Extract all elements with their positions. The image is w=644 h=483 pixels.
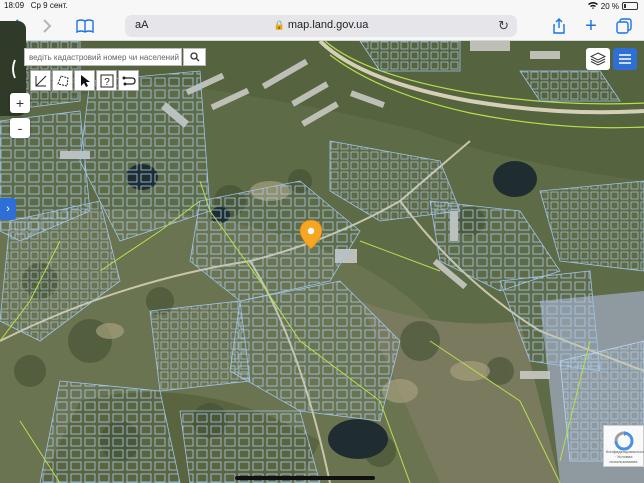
hamburger-icon: [619, 54, 631, 64]
status-bar: 18:09 Ср 9 сент. 20 %: [0, 0, 644, 12]
map-canvas[interactable]: [0, 41, 644, 483]
ruler-area-icon: [56, 74, 69, 87]
bookmarks-button[interactable]: [74, 16, 96, 36]
wifi-icon: [587, 1, 598, 11]
svg-text:?: ?: [104, 77, 110, 88]
measure-area-tool[interactable]: [52, 70, 73, 91]
recaptcha-legal: Конфиденциальность · Условия использован…: [606, 449, 644, 464]
lock-icon: 🔒: [273, 20, 285, 30]
plus-icon: +: [585, 14, 597, 37]
url-text: map.land.gov.ua: [287, 19, 369, 31]
status-time-date: 18:09 Ср 9 сент.: [4, 1, 68, 10]
info-tool[interactable]: ?: [96, 70, 117, 91]
book-icon: [76, 19, 94, 33]
browser-toolbar: аА 🔒 map.land.gov.ua ↻ +: [0, 12, 644, 41]
cursor-arrow-icon: [80, 74, 90, 87]
measure-distance-tool[interactable]: [30, 70, 51, 91]
chevron-right-icon: ›: [6, 203, 10, 215]
recaptcha-badge[interactable]: Конфиденциальность · Условия использован…: [603, 425, 644, 467]
tabs-icon: [616, 18, 632, 34]
search-icon: [189, 52, 199, 62]
forward-button[interactable]: [38, 16, 56, 36]
url-display: 🔒 map.land.gov.ua: [125, 19, 517, 31]
share-icon: [553, 18, 565, 34]
search-placeholder: ведіть кадастровий номер чи населений пу…: [29, 52, 181, 62]
side-panel-toggle[interactable]: ›: [0, 198, 16, 220]
tabs-button[interactable]: [614, 16, 634, 36]
menu-button[interactable]: [613, 48, 637, 70]
map-toolbar: ?: [30, 70, 139, 91]
route-tool[interactable]: [118, 70, 139, 91]
satellite-imagery[interactable]: [0, 41, 644, 483]
zoom-out-button[interactable]: -: [10, 118, 30, 138]
layers-icon: [590, 52, 606, 66]
status-right: 20 %: [587, 1, 638, 11]
address-bar[interactable]: аА 🔒 map.land.gov.ua ↻: [125, 15, 517, 37]
share-button[interactable]: [550, 16, 568, 36]
question-mark-icon: ?: [100, 74, 113, 88]
chevron-right-icon: [43, 19, 52, 33]
battery-icon: [622, 2, 638, 10]
zoom-in-button[interactable]: +: [10, 93, 30, 113]
pointer-tool[interactable]: [74, 70, 95, 91]
path-icon: [122, 76, 136, 85]
reload-icon[interactable]: ↻: [498, 18, 509, 34]
home-indicator[interactable]: [235, 476, 375, 480]
zoom-in-label: +: [15, 95, 25, 111]
zoom-out-label: -: [17, 120, 23, 136]
new-tab-button[interactable]: +: [582, 14, 600, 37]
layers-button[interactable]: [586, 48, 610, 70]
recaptcha-icon: [614, 431, 634, 451]
ruler-distance-icon: [35, 75, 46, 86]
status-date: Ср 9 сент.: [30, 1, 68, 10]
status-time: 18:09: [4, 1, 25, 10]
handle-bracket-icon: [12, 59, 16, 78]
battery-percent: 20 %: [600, 1, 619, 11]
cadastral-search-input[interactable]: ведіть кадастровий номер чи населений пу…: [24, 48, 182, 66]
search-button[interactable]: [183, 48, 206, 66]
